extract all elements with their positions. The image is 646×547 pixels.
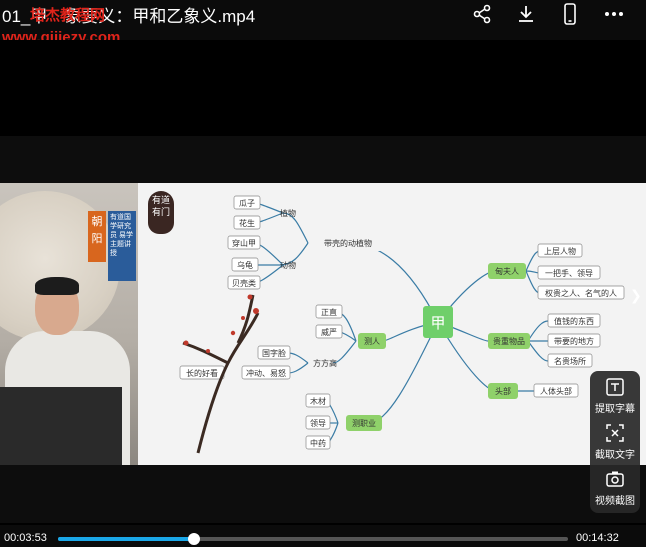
node-animals: 动物 [280,260,296,270]
presenter-hair [35,277,79,295]
node-animal-item: 穿山甲 [232,238,256,248]
node-for-person: 甸夫人 [495,266,519,276]
side-toolbar: 提取字幕 截取文字 视频截图 [590,371,640,513]
player-controls [0,525,646,547]
node-for-person-item: 上层人物 [544,246,576,256]
presenter-panel: 朝阳 有道国学研究员 易学主题讲授 [0,183,138,465]
node-job-item: 木材 [310,396,326,406]
letterbox-bottom [0,465,646,523]
node-good-looking: 长的好看 [186,368,218,378]
node-animal-item: 贝壳类 [232,278,256,288]
mindmap-slide: 有道 有门 甲 带壳的动植物 植物 动物 瓜子 花生 穿山甲 乌龟 贝壳类 测人… [138,183,646,465]
presenter-title-card: 有道国学研究员 易学主题讲授 [108,211,136,281]
node-head: 头部 [495,386,511,396]
node-measure-job: 测职业 [352,418,376,428]
more-icon[interactable] [592,2,636,26]
node-head-item: 人体头部 [540,386,572,396]
watermark-name: 培杰教程网 [30,7,106,24]
node-plant-item: 瓜子 [239,199,255,208]
extract-subtitles-button[interactable]: 提取字幕 [590,377,640,415]
chevron-right-icon[interactable]: ❯ [630,287,642,304]
node-for-person-item: 一把手、领导 [545,268,593,278]
total-time: 00:14:32 [576,532,619,544]
node-square-face-item: 国字脸 [262,348,286,358]
mindmap: 甲 带壳的动植物 植物 动物 瓜子 花生 穿山甲 乌龟 贝壳类 测人 正直 威严… [179,195,625,454]
node-for-person-item: 权贵之人、名气的人 [545,288,617,298]
progress-fill [58,537,195,541]
node-person-item: 正直 [321,307,337,317]
node-square-face-item: 冲动、易怒 [246,368,286,378]
node-valuables: 贵重物品 [493,336,525,346]
video-screenshot-button[interactable]: 视频截图 [590,469,640,507]
video-frame[interactable]: 朝阳 有道国学研究员 易学主题讲授 有道 有门 甲 带壳的动植物 植物 动物 瓜… [0,183,646,465]
node-plants: 植物 [280,208,296,218]
node-animal-item: 乌龟 [237,260,253,270]
node-plant-item: 花生 [239,218,255,228]
presenter-name-card: 朝阳 [88,211,106,262]
top-actions [460,2,636,26]
node-square-face: 方方高 [313,358,337,368]
node-measure-person: 测人 [364,337,380,346]
extract-subtitles-label: 提取字幕 [595,404,635,415]
node-valuables-item: 值钱的东西 [554,316,594,326]
current-time: 00:03:53 [4,532,47,544]
progress-bar[interactable] [58,533,568,545]
center-node: 甲 [430,315,445,332]
phone-icon[interactable] [548,2,592,26]
node-person-item: 威严 [321,327,337,337]
letterbox-top [0,136,646,183]
share-icon[interactable] [460,2,504,26]
extract-text-button[interactable]: 截取文字 [590,423,640,461]
download-icon[interactable] [504,2,548,26]
node-valuables-item: 名贵场所 [554,356,586,366]
camera-icon [606,471,624,487]
node-job-item: 领导 [310,418,326,428]
laptop [0,387,122,465]
title-bar: 01_甲 象要义：甲和乙象义.mp4 培杰教程网 www.qijiezy.com [0,0,646,46]
node-job-item: 中药 [310,438,326,448]
text-capture-icon [606,424,624,442]
video-screenshot-label: 视频截图 [595,496,635,507]
node-valuables-item: 带要的地方 [554,336,594,346]
node-animals-plants: 带壳的动植物 [324,238,372,248]
subtitle-icon [606,378,624,396]
extract-text-label: 截取文字 [595,450,635,461]
